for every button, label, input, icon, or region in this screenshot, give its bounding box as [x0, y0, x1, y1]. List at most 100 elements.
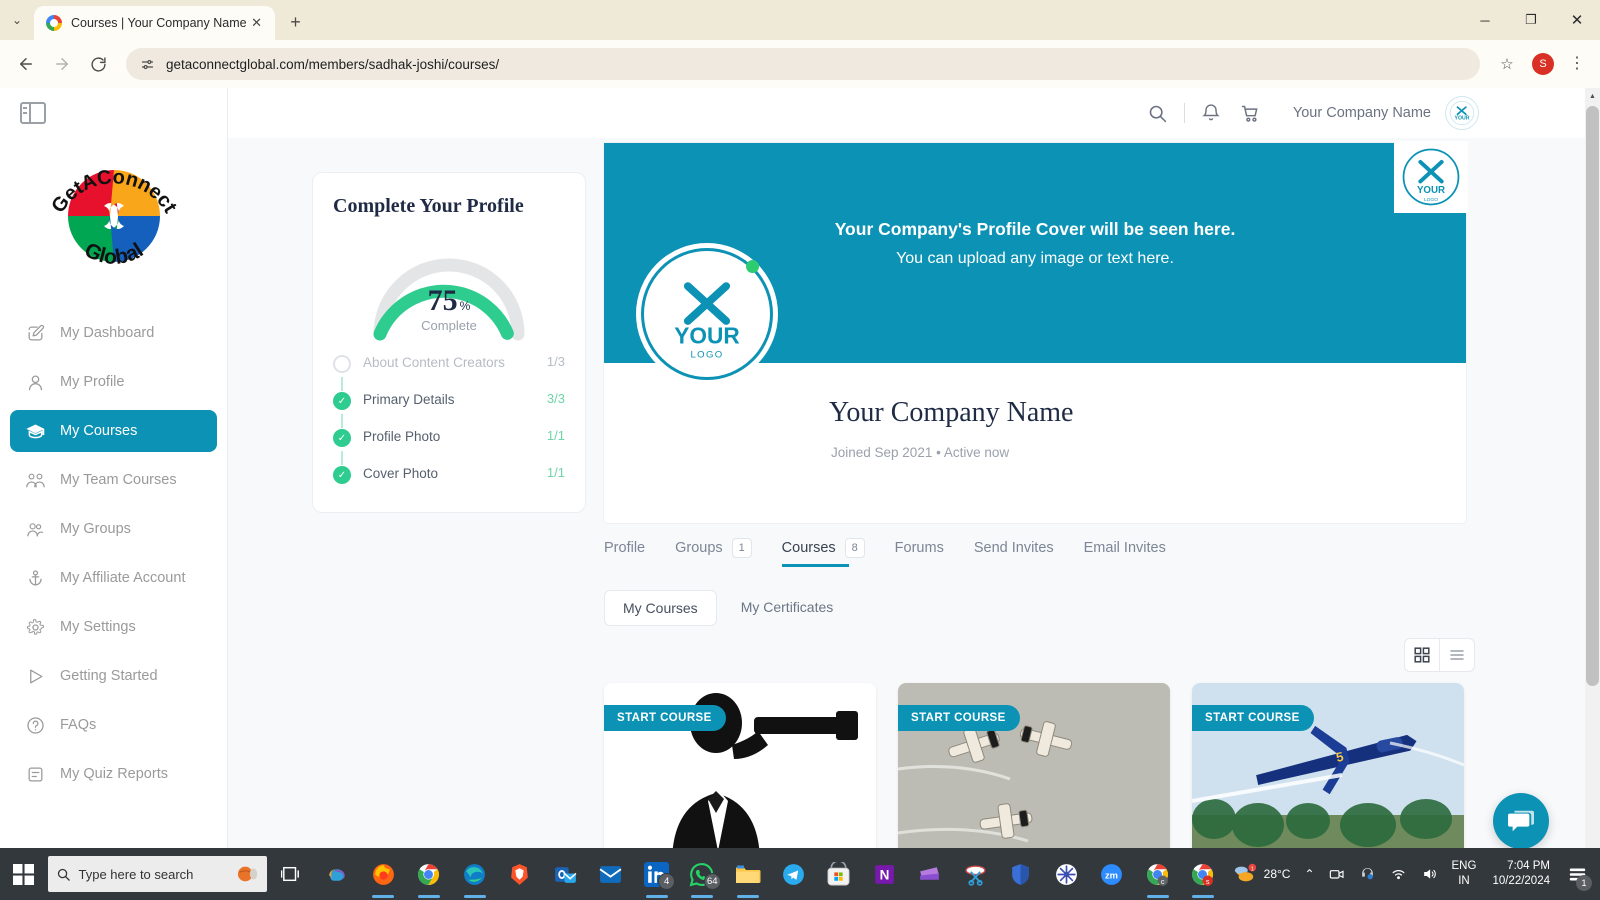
outlook-new-icon[interactable]: [588, 848, 634, 900]
lang-line-1: ENG: [1451, 860, 1477, 872]
tray-chevron-icon[interactable]: ⌃: [1298, 848, 1320, 900]
microsoft-store-icon[interactable]: [816, 848, 862, 900]
page-scrollbar[interactable]: ▲: [1585, 88, 1600, 848]
whatsapp-icon[interactable]: 64: [679, 848, 725, 900]
scrollbar-thumb[interactable]: [1586, 106, 1599, 686]
bell-icon[interactable]: [1191, 93, 1231, 133]
back-button[interactable]: [10, 48, 42, 80]
sidebar-item-my-quiz-reports[interactable]: My Quiz Reports: [10, 753, 217, 795]
clipchamp-icon[interactable]: [907, 848, 953, 900]
sidebar-item-my-settings[interactable]: My Settings: [10, 606, 217, 648]
sidebar-item-my-affiliate-account[interactable]: My Affiliate Account: [10, 557, 217, 599]
cart-icon[interactable]: [1231, 93, 1271, 133]
tab-close-icon[interactable]: ✕: [247, 13, 267, 33]
brave-icon[interactable]: [497, 848, 543, 900]
profile-step[interactable]: ✓ Profile Photo 1/1: [333, 428, 565, 451]
taskbar-search-box[interactable]: Type here to search: [47, 856, 268, 892]
address-bar[interactable]: getaconnectglobal.com/members/sadhak-jos…: [126, 48, 1480, 80]
chat-bubble-icon[interactable]: [1493, 793, 1549, 848]
firefox-icon[interactable]: [360, 848, 406, 900]
windows-start-icon[interactable]: [0, 848, 48, 900]
tab-label: Courses: [781, 540, 836, 556]
tab-groups[interactable]: Groups 1: [675, 538, 752, 567]
tab-label: Profile: [604, 540, 646, 556]
sidebar-item-my-groups[interactable]: My Groups: [10, 508, 217, 550]
sunburst-icon[interactable]: [1043, 848, 1089, 900]
course-card[interactable]: 5 START COURSE: [1192, 683, 1464, 848]
course-card[interactable]: START COURSE: [898, 683, 1170, 848]
forward-button[interactable]: [46, 48, 78, 80]
copilot-icon[interactable]: [315, 848, 361, 900]
profile-step[interactable]: ✓ Cover Photo 1/1: [333, 465, 565, 488]
list-view-icon[interactable]: [1440, 639, 1474, 671]
file-explorer-icon[interactable]: [725, 848, 771, 900]
sidebar-item-faqs[interactable]: FAQs: [10, 704, 217, 746]
notification-center-icon[interactable]: 1: [1560, 848, 1594, 900]
snipping-tool-icon[interactable]: [952, 848, 998, 900]
reload-button[interactable]: [82, 48, 114, 80]
start-course-badge[interactable]: START COURSE: [604, 705, 726, 731]
zoom-icon[interactable]: zm: [1089, 848, 1135, 900]
headset-icon[interactable]: [1353, 848, 1382, 900]
completion-gauge: 75% Complete: [364, 240, 534, 368]
weather-widget[interactable]: 1 28°C: [1226, 848, 1297, 900]
header-divider: [1183, 103, 1185, 123]
windows-security-icon[interactable]: [998, 848, 1044, 900]
outlook-classic-icon[interactable]: [543, 848, 589, 900]
site-settings-icon[interactable]: [138, 55, 156, 73]
profile-step[interactable]: About Content Creators 1/3: [333, 354, 565, 377]
step-check-icon: ✓: [333, 429, 351, 447]
search-icon[interactable]: [1138, 93, 1178, 133]
start-course-badge[interactable]: START COURSE: [898, 705, 1020, 731]
volume-icon[interactable]: [1415, 848, 1444, 900]
sidebar-item-getting-started[interactable]: Getting Started: [10, 655, 217, 697]
linkedin-icon[interactable]: 4: [634, 848, 680, 900]
profile-avatar-large[interactable]: YOUR LOGO: [636, 243, 778, 385]
tab-favicon: [46, 15, 62, 31]
cortana-icon[interactable]: [237, 863, 259, 885]
step-connector: [341, 451, 343, 465]
gear-icon: [24, 616, 46, 638]
subtab-my-courses[interactable]: My Courses: [604, 590, 717, 626]
edge-icon[interactable]: [452, 848, 498, 900]
chrome-profile-c-icon[interactable]: c: [1135, 848, 1181, 900]
taskbar-search-placeholder: Type here to search: [78, 866, 194, 882]
start-course-badge[interactable]: START COURSE: [1192, 705, 1314, 731]
onenote-icon[interactable]: N: [861, 848, 907, 900]
bookmark-star-icon[interactable]: ☆: [1492, 49, 1522, 79]
task-view-icon[interactable]: [267, 848, 315, 900]
tab-badge: 8: [844, 538, 865, 558]
tab-search-chevron-icon[interactable]: ⌄: [0, 0, 34, 40]
chrome-icon[interactable]: [406, 848, 452, 900]
tab-profile[interactable]: Profile: [604, 540, 645, 565]
browser-tab[interactable]: Courses | Your Company Name ✕: [34, 6, 275, 40]
close-window-button[interactable]: ✕: [1554, 0, 1600, 40]
scroll-up-arrow-icon[interactable]: ▲: [1585, 88, 1600, 104]
clock[interactable]: 7:04 PM 10/22/2024: [1484, 848, 1558, 900]
new-tab-button[interactable]: +: [281, 7, 311, 37]
tab-forums[interactable]: Forums: [895, 540, 944, 565]
camera-icon[interactable]: [1323, 848, 1351, 900]
sidebar-toggle-icon[interactable]: [20, 102, 46, 124]
minimize-button[interactable]: ─: [1462, 0, 1508, 40]
wifi-icon[interactable]: [1384, 848, 1413, 900]
telegram-icon[interactable]: [770, 848, 816, 900]
maximize-button[interactable]: ❐: [1508, 0, 1554, 40]
sidebar-item-my-profile[interactable]: My Profile: [10, 361, 217, 403]
grid-view-icon[interactable]: [1405, 639, 1439, 671]
sidebar-item-my-dashboard[interactable]: My Dashboard: [10, 312, 217, 354]
chrome-profile-s-icon[interactable]: s: [1180, 848, 1226, 900]
subtab-my-certificates[interactable]: My Certificates: [723, 590, 852, 626]
sidebar-item-my-team-courses[interactable]: My Team Courses: [10, 459, 217, 501]
tab-send-invites[interactable]: Send Invites: [974, 540, 1054, 565]
course-card[interactable]: START COURSE: [604, 683, 876, 848]
profile-avatar[interactable]: S: [1532, 53, 1554, 75]
user-avatar[interactable]: YOUR: [1445, 96, 1479, 130]
tab-courses[interactable]: Courses 8: [781, 538, 865, 567]
main-content: Your Company Name YOUR Complete Your Pro…: [228, 88, 1585, 848]
sidebar-item-my-courses[interactable]: My Courses: [10, 410, 217, 452]
profile-step[interactable]: ✓ Primary Details 3/3: [333, 391, 565, 414]
language-indicator[interactable]: ENG IN: [1446, 848, 1483, 900]
tab-email-invites[interactable]: Email Invites: [1084, 540, 1166, 565]
browser-menu-icon[interactable]: ⋮: [1564, 49, 1590, 79]
